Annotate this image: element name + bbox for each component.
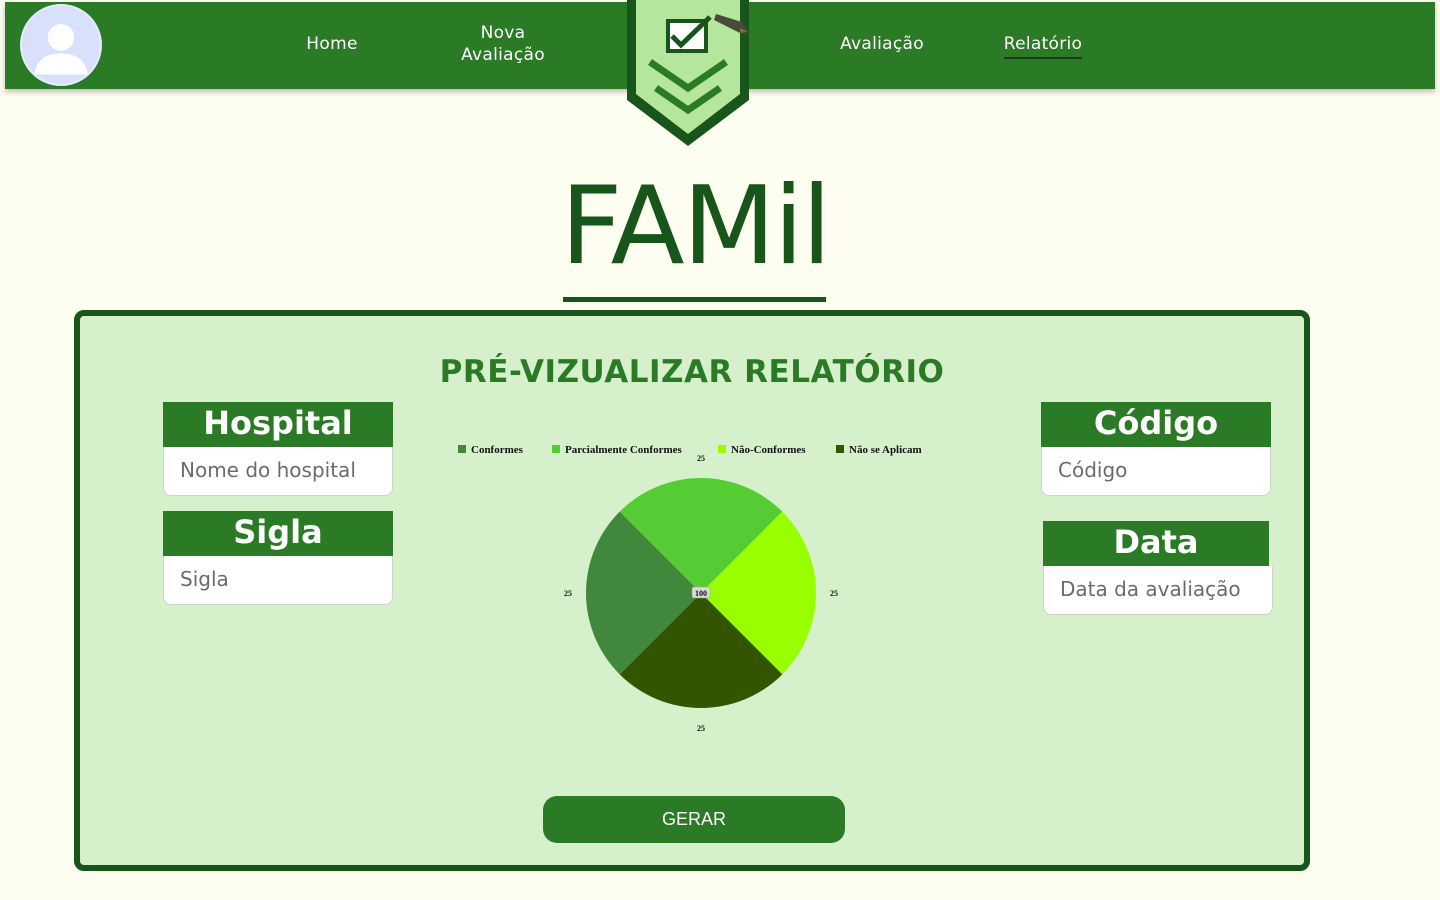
data-label: Data [1043, 521, 1269, 566]
nav-relatorio-label: Relatório [1003, 34, 1083, 54]
brand-title: FAMil [560, 164, 831, 289]
legend-swatch [836, 445, 844, 453]
legend-item: Conformes [458, 444, 524, 456]
slice-value-label: 25 [697, 724, 705, 733]
gerar-button[interactable]: GERAR [543, 796, 845, 843]
nav-nova-label-line2: Avaliação [461, 45, 545, 65]
sigla-label: Sigla [163, 511, 393, 556]
legend-swatch [458, 445, 466, 453]
legend-label: Parcialmente Conformes [565, 444, 683, 456]
total-label: 100 [695, 589, 707, 598]
hospital-label: Hospital [163, 402, 393, 447]
nav-avaliacao-label: Avaliação [840, 34, 924, 54]
slice-value-label: 25 [564, 589, 572, 598]
codigo-label: Código [1041, 402, 1271, 447]
legend-swatch [552, 445, 560, 453]
nav-avaliacao[interactable]: Avaliação [832, 33, 932, 55]
data-field: Data Data da avaliação [1043, 521, 1273, 615]
nav-home[interactable]: Home [297, 33, 367, 55]
nav-nova-label-line1: Nova [480, 23, 526, 43]
legend-item: Parcialmente Conformes [552, 444, 683, 456]
nav-nova-avaliacao[interactable]: Nova Avaliação [453, 22, 553, 66]
app-logo-icon[interactable] [624, 0, 752, 150]
sigla-input[interactable]: Sigla [163, 556, 393, 605]
legend-label: Não-Conformes [731, 444, 806, 456]
legend-label: Não se Aplicam [849, 444, 922, 456]
slice-value-label: 25 [697, 454, 705, 463]
hospital-input[interactable]: Nome do hospital [163, 447, 393, 496]
hospital-field: Hospital Nome do hospital [163, 402, 393, 496]
legend-swatch [718, 445, 726, 453]
pie-chart: Conformes Parcialmente Conformes Não-Confo… [458, 444, 922, 733]
nav-relatorio[interactable]: Relatório [993, 33, 1093, 59]
legend-label: Conformes [471, 444, 524, 456]
codigo-input[interactable]: Código [1041, 447, 1271, 496]
brand-underline [563, 297, 826, 302]
data-input[interactable]: Data da avaliação [1043, 566, 1273, 615]
report-preview-panel: PRÉ-VIZUALIZAR RELATÓRIO Hospital Nome d… [74, 310, 1310, 871]
codigo-field: Código Código [1041, 402, 1271, 496]
panel-title: PRÉ-VIZUALIZAR RELATÓRIO [439, 354, 945, 390]
legend-item: Não-Conformes [718, 444, 806, 456]
active-tab-underline [1004, 57, 1082, 59]
nav-home-label: Home [306, 34, 358, 54]
slice-value-label: 25 [830, 589, 838, 598]
sigla-field: Sigla Sigla [163, 511, 393, 605]
user-icon [34, 24, 88, 75]
legend-item: Não se Aplicam [836, 444, 922, 456]
user-avatar[interactable] [20, 4, 102, 86]
